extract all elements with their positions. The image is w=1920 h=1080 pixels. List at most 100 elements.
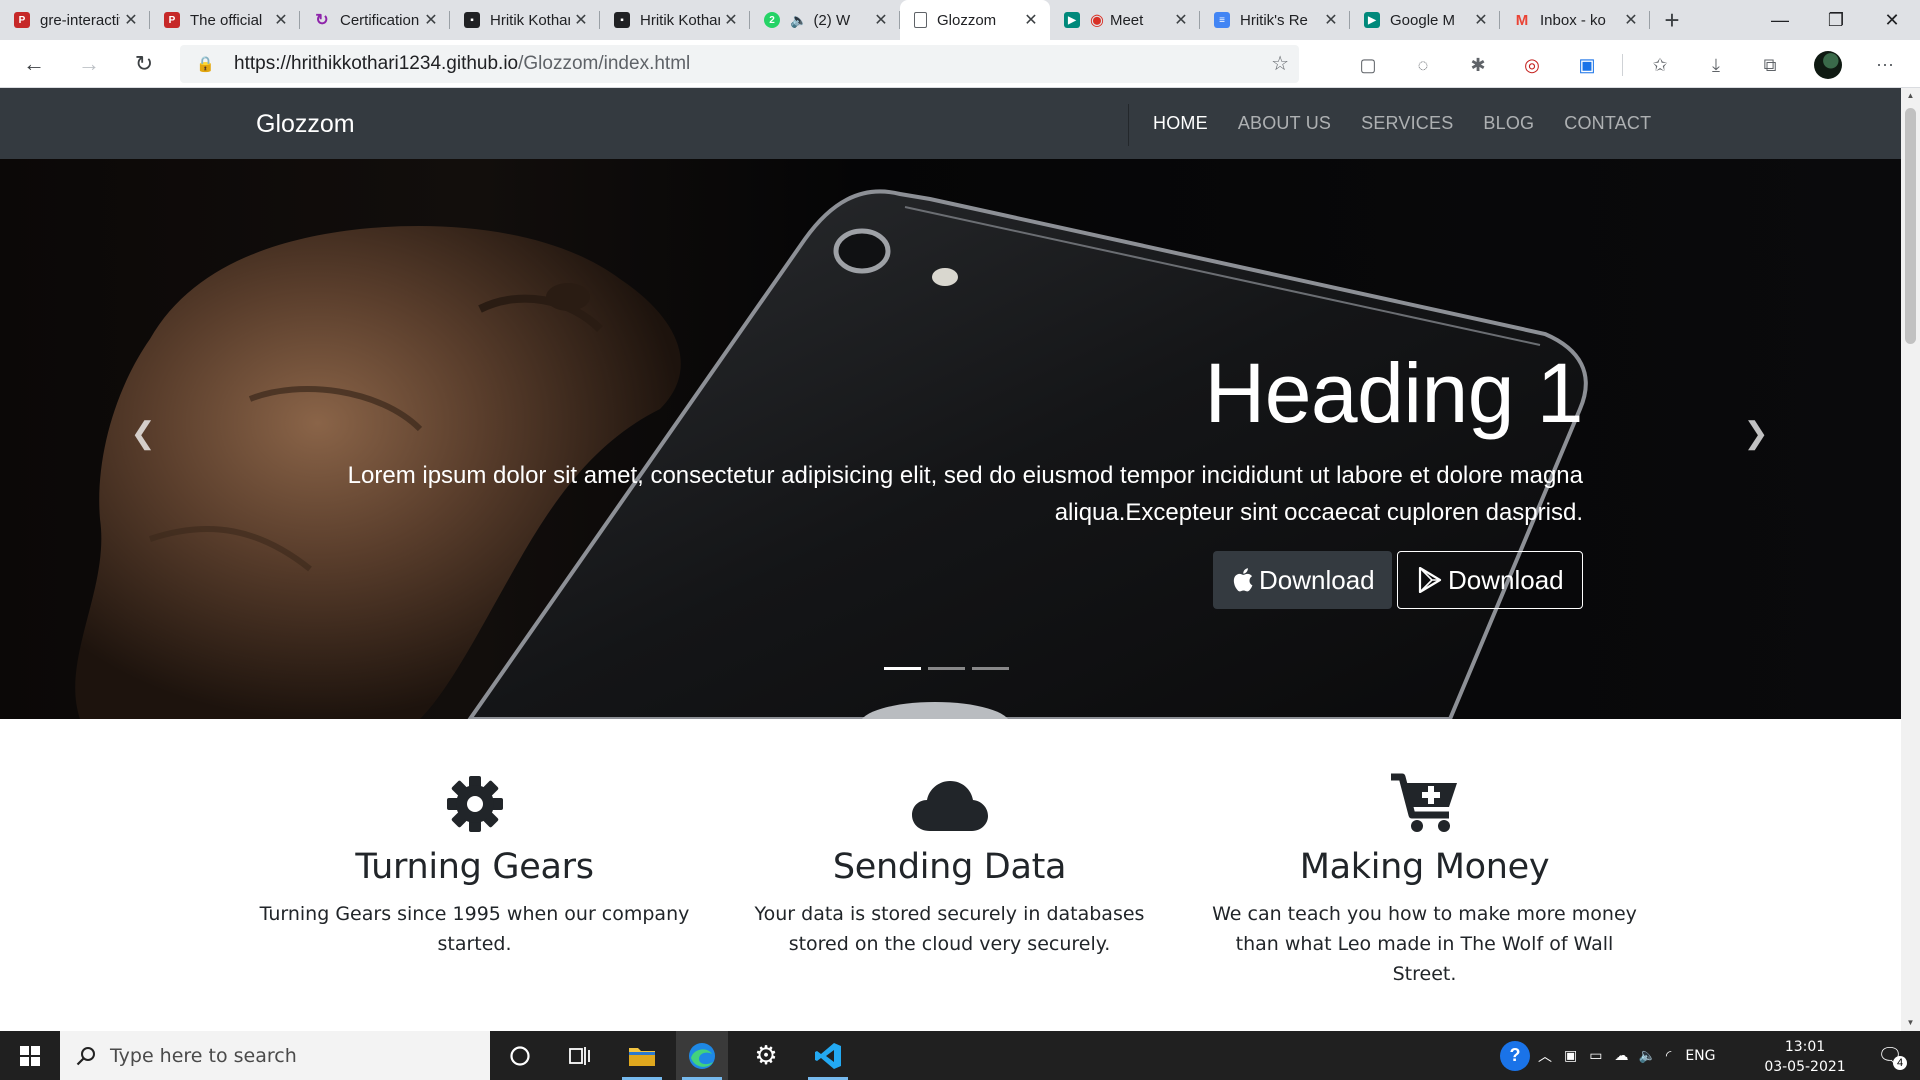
taskbar-app-vscode[interactable] [802, 1031, 854, 1080]
tab-close-icon[interactable]: ✕ [1470, 10, 1492, 30]
apple-download-label: Download [1259, 564, 1375, 595]
taskbar-search[interactable]: Type here to search [60, 1031, 490, 1080]
taskbar-app-settings[interactable]: ⚙ [740, 1031, 792, 1080]
tab-title: Google M [1390, 11, 1456, 29]
scroll-up-icon[interactable]: ▲ [1905, 91, 1916, 100]
tab-title: (2) W [813, 11, 851, 29]
minimize-button[interactable]: — [1752, 0, 1808, 40]
chevron-up-icon[interactable]: ︿ [1538, 1046, 1552, 1066]
browser-tab[interactable]: P gre-interactive ✕ [0, 0, 150, 40]
downloads-icon[interactable]: ⤓ [1703, 52, 1729, 78]
carousel-indicator[interactable] [928, 667, 965, 670]
forward-button[interactable]: → [73, 48, 105, 80]
profile-badge-icon: ▪ [464, 12, 480, 28]
more-menu-icon[interactable]: ⋯ [1872, 52, 1898, 78]
wifi-icon[interactable]: ◜ [1666, 1047, 1671, 1064]
apple-download-button[interactable]: Download [1213, 551, 1392, 609]
feature-card: Making Money We can teach you how to mak… [1187, 771, 1662, 989]
toolbar-separator [1622, 54, 1623, 76]
play-download-button[interactable]: Download [1397, 551, 1583, 609]
volume-icon[interactable]: 🔈 [1638, 1047, 1655, 1064]
carousel-indicator[interactable] [884, 667, 921, 670]
bug-icon[interactable]: ✱ [1465, 52, 1491, 78]
add-favorite-icon[interactable]: ☆ [1271, 51, 1289, 76]
carousel-prev-icon[interactable]: ❮ [130, 417, 155, 450]
meet-now-icon[interactable]: ▣ [1564, 1047, 1577, 1064]
notification-count: 4 [1893, 1056, 1907, 1070]
pdf-icon: P [164, 12, 180, 28]
carousel-next-icon[interactable]: ❯ [1743, 417, 1768, 450]
browser-tab[interactable]: ↻ Certification ✕ [300, 0, 450, 40]
favorites-icon[interactable]: ✩ [1647, 52, 1673, 78]
lock-icon[interactable]: 🔒 [196, 55, 220, 73]
taskbar-app-file-explorer[interactable] [616, 1031, 668, 1080]
browser-tab[interactable]: ▪ Hritik Kothari ✕ [450, 0, 600, 40]
back-button[interactable]: ← [18, 48, 50, 80]
feature-text: We can teach you how to make more money … [1212, 903, 1637, 985]
tab-close-icon[interactable]: ✕ [420, 10, 442, 30]
windows-taskbar: Type here to search ⚙ ? ︿ ▣ ▭ ☁ 🔈 ◜ ENG … [0, 1031, 1920, 1080]
tab-close-icon[interactable]: ✕ [720, 10, 742, 30]
tab-close-icon[interactable]: ✕ [270, 10, 292, 30]
battery-icon[interactable]: ▭ [1589, 1047, 1602, 1064]
tab-close-icon[interactable]: ✕ [1020, 10, 1042, 30]
play-download-label: Download [1448, 564, 1564, 595]
cloud-icon [712, 771, 1187, 833]
address-bar[interactable]: 🔒 https://hrithikkothari1234.github.io/G… [180, 45, 1299, 83]
carousel-indicator[interactable] [972, 667, 1009, 670]
taskbar-clock[interactable]: 13:01 03-05-2021 [1760, 1037, 1850, 1077]
tab-title: The official [190, 11, 263, 29]
scrollbar-thumb[interactable] [1905, 108, 1916, 344]
scroll-down-icon[interactable]: ▼ [1905, 1018, 1916, 1027]
tab-close-icon[interactable]: ✕ [870, 10, 892, 30]
page-scrollbar[interactable]: ▲ ▼ [1901, 88, 1920, 1031]
new-tab-button[interactable]: + [1650, 0, 1694, 40]
extension-icon[interactable]: ◌ [1410, 52, 1436, 78]
reload-button[interactable]: ↻ [128, 48, 160, 80]
browser-tab[interactable]: 2 🔈 (2) W ✕ [750, 0, 900, 40]
nav-link-home[interactable]: HOME [1138, 113, 1223, 134]
nav-link-contact[interactable]: CONTACT [1549, 113, 1666, 134]
nav-link-blog[interactable]: BLOG [1468, 113, 1549, 134]
nav-link-about[interactable]: ABOUT US [1223, 113, 1346, 134]
collections-icon[interactable]: ⧉ [1757, 52, 1783, 78]
tab-close-icon[interactable]: ✕ [570, 10, 592, 30]
browser-tab[interactable]: ▶ Google M ✕ [1350, 0, 1500, 40]
start-button[interactable] [0, 1031, 60, 1080]
browser-toolbar: ← → ↻ 🔒 https://hrithikkothari1234.githu… [0, 40, 1920, 88]
tab-close-icon[interactable]: ✕ [120, 10, 142, 30]
task-view-icon [569, 1046, 590, 1065]
restore-button[interactable]: ❐ [1808, 0, 1864, 40]
taskbar-app-edge[interactable] [676, 1031, 728, 1080]
hero-carousel: ❮ ❯ Heading 1 Lorem ipsum dolor sit amet… [0, 159, 1901, 719]
site-brand[interactable]: Glozzom [256, 110, 355, 139]
nav-link-services[interactable]: SERVICES [1346, 113, 1468, 134]
tab-close-icon[interactable]: ✕ [1320, 10, 1342, 30]
onedrive-icon[interactable]: ☁ [1614, 1047, 1628, 1064]
close-window-button[interactable]: ✕ [1864, 0, 1920, 40]
browser-tab[interactable]: P The official ✕ [150, 0, 300, 40]
notification-center-button[interactable]: 🗨 4 [1866, 1031, 1914, 1080]
tab-close-icon[interactable]: ✕ [1170, 10, 1192, 30]
page-icon [914, 12, 927, 28]
screenshot-icon[interactable]: ◎ [1519, 52, 1545, 78]
browser-tab[interactable]: M Inbox - ko ✕ [1500, 0, 1650, 40]
browser-tab[interactable]: ≡ Hritik's Re ✕ [1200, 0, 1350, 40]
feature-card: Turning Gears Turning Gears since 1995 w… [237, 771, 712, 959]
cortana-icon [510, 1045, 530, 1066]
speaker-icon[interactable]: 🔈 [790, 12, 807, 29]
feature-title: Sending Data [832, 847, 1067, 887]
browser-tab[interactable]: ▶ ◉ Meet ✕ [1050, 0, 1200, 40]
profile-avatar[interactable] [1814, 51, 1842, 79]
tab-close-icon[interactable]: ✕ [1620, 10, 1642, 30]
cortana-button[interactable] [494, 1031, 546, 1080]
nav-links: HOME ABOUT US SERVICES BLOG CONTACT [1138, 88, 1666, 159]
browser-tab-active[interactable]: Glozzom ✕ [900, 0, 1050, 40]
browser-tab[interactable]: ▪ Hritik Kothari ✕ [600, 0, 750, 40]
help-icon[interactable]: ? [1500, 1040, 1530, 1071]
camera-icon[interactable]: ▣ [1574, 52, 1600, 78]
recording-icon: ◉ [1090, 12, 1104, 29]
language-indicator[interactable]: ENG [1685, 1048, 1715, 1064]
task-view-button[interactable] [554, 1031, 606, 1080]
extension-icon[interactable]: ▢ [1355, 52, 1381, 78]
